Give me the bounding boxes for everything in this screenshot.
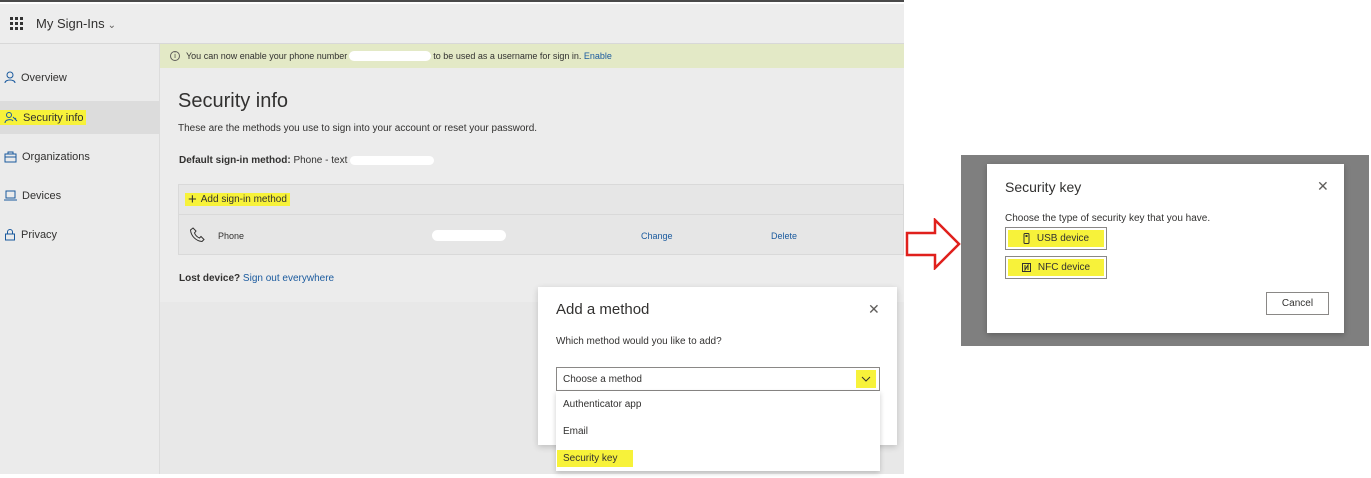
person-icon <box>4 71 16 84</box>
usb-icon <box>1023 233 1030 244</box>
sidebar-item-label: Security info <box>23 111 84 124</box>
nfc-device-button[interactable]: NFC device <box>1005 256 1107 279</box>
nfc-icon <box>1021 263 1031 272</box>
sidebar-item-label: Devices <box>22 189 62 202</box>
sidebar-item-label: Privacy <box>21 228 58 241</box>
change-link[interactable]: Change <box>641 231 673 241</box>
banner-text: You can now enable your phone number <box>186 51 348 61</box>
dialog-description: Choose the type of security key that you… <box>1005 213 1211 224</box>
redacted-phone <box>349 51 432 61</box>
top-bar: My Sign-Ins ⌄ <box>0 4 904 44</box>
delete-link[interactable]: Delete <box>771 231 797 241</box>
method-select[interactable]: Choose a method <box>556 367 880 391</box>
plus-icon: + <box>188 190 197 208</box>
add-method-label: Add sign-in method <box>200 194 287 205</box>
sidebar: Overview Security info Organizations Dev… <box>0 44 160 474</box>
security-key-dialog: Security key ✕ Choose the type of securi… <box>987 164 1344 333</box>
page-description: These are the methods you use to sign in… <box>178 123 538 134</box>
close-icon[interactable]: ✕ <box>1317 178 1329 195</box>
default-sign-in-method: Default sign-in method: Phone - text <box>179 155 435 166</box>
app-title-menu[interactable]: My Sign-Ins ⌄ <box>36 16 116 31</box>
banner-text-after: to be used as a username for sign in. <box>433 51 582 61</box>
methods-list: + Add sign-in method Phone Change Delete <box>178 184 904 255</box>
phone-icon <box>190 227 205 242</box>
method-dropdown: Authenticator app Email Security key <box>556 391 880 471</box>
sidebar-item-organizations[interactable]: Organizations <box>0 140 159 173</box>
info-icon: i <box>170 51 180 61</box>
default-label: Default sign-in method: <box>179 155 291 166</box>
arrow-right-icon <box>905 218 961 270</box>
method-row-phone: Phone Change Delete <box>179 216 904 256</box>
redacted-number <box>350 155 435 165</box>
cancel-button[interactable]: Cancel <box>1266 292 1329 315</box>
security-key-screenshot: Security key ✕ Choose the type of securi… <box>961 155 1369 346</box>
lost-device: Lost device? Sign out everywhere <box>179 273 334 284</box>
add-sign-in-method-button[interactable]: + Add sign-in method <box>179 185 904 215</box>
method-name: Phone <box>218 231 245 241</box>
select-value: Choose a method <box>563 373 642 385</box>
default-value: Phone - text <box>293 155 348 166</box>
key-person-icon <box>4 112 18 124</box>
option-email[interactable]: Email <box>556 418 880 445</box>
sidebar-item-label: Organizations <box>22 150 90 163</box>
app-launcher-icon[interactable] <box>10 16 24 31</box>
dialog-question: Which method would you like to add? <box>556 336 722 347</box>
briefcase-icon <box>4 151 17 162</box>
option-label: Authenticator app <box>563 399 642 410</box>
option-label: Email <box>563 426 589 437</box>
sidebar-item-devices[interactable]: Devices <box>0 179 159 212</box>
sidebar-item-privacy[interactable]: Privacy <box>0 218 159 251</box>
redacted-number <box>432 230 506 241</box>
usb-device-button[interactable]: USB device <box>1005 227 1107 250</box>
dialog-title: Add a method <box>556 301 650 318</box>
usb-label: USB device <box>1036 233 1090 244</box>
chevron-down-icon: ⌄ <box>107 20 117 31</box>
option-label: Security key <box>557 450 633 467</box>
lock-icon <box>5 229 15 241</box>
page-title: Security info <box>178 90 289 112</box>
sign-out-everywhere-link[interactable]: Sign out everywhere <box>243 273 334 284</box>
dialog-title: Security key <box>1005 179 1082 195</box>
enable-link[interactable]: Enable <box>584 51 612 61</box>
sidebar-item-label: Overview <box>21 71 67 84</box>
sidebar-item-overview[interactable]: Overview <box>0 61 159 94</box>
option-security-key[interactable]: Security key <box>556 445 880 472</box>
phone-username-banner: i You can now enable your phone number t… <box>160 44 904 68</box>
chevron-down-icon[interactable] <box>856 370 876 388</box>
sidebar-item-security-info[interactable]: Security info <box>0 101 159 134</box>
close-icon[interactable]: ✕ <box>868 301 880 318</box>
option-authenticator-app[interactable]: Authenticator app <box>556 391 880 418</box>
laptop-icon <box>4 190 17 201</box>
nfc-label: NFC device <box>1037 262 1091 273</box>
lost-label: Lost device? <box>179 273 241 284</box>
app-title: My Sign-Ins <box>36 16 105 31</box>
